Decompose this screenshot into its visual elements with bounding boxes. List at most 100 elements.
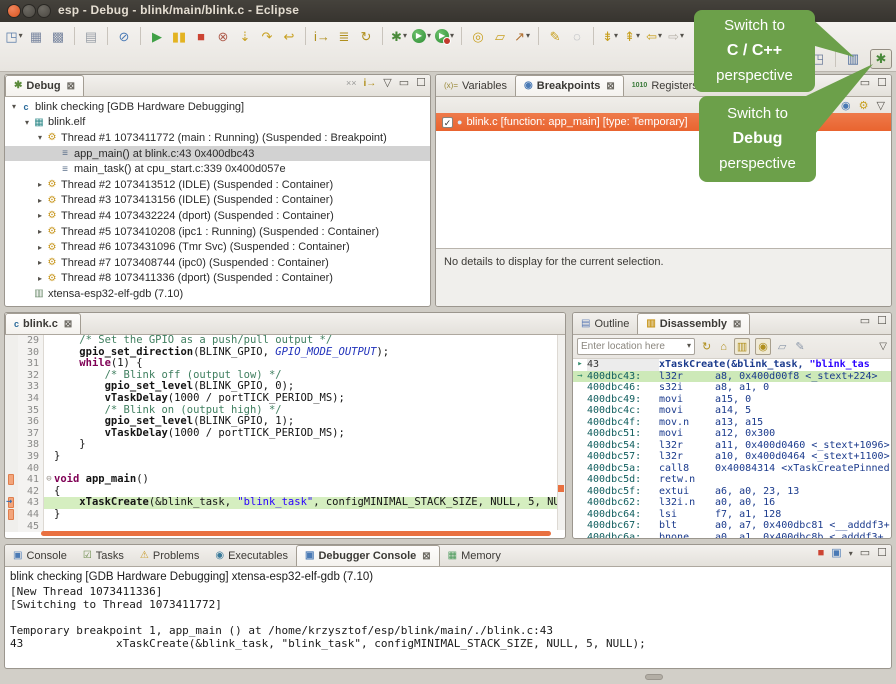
window-maximize-button[interactable] [37,4,51,18]
home-icon[interactable]: ⌂ [718,340,729,354]
minimize-icon[interactable]: ▭ [860,548,870,559]
disasm-row[interactable]: 400dbc67:blta0, a7, 0x400dbc81 <__adddf3… [573,520,891,532]
tab-executables[interactable]: ◉ Executables [207,545,296,566]
ruler-cell[interactable] [5,463,18,475]
open-resource-button[interactable]: ▱ [490,25,510,47]
ruler-cell[interactable] [5,358,18,370]
tree-expander-icon[interactable]: ▸ [35,196,45,205]
display-console-icon[interactable]: ▣ [831,548,841,559]
chevron-down-icon[interactable]: ▾ [526,32,530,40]
show-source-toggle[interactable]: ▥ [734,338,750,355]
new-wizard-button[interactable]: ◳▾ [4,25,24,47]
debug-tree-row[interactable]: ▸⚙Thread #7 1073408744 (ipc0) (Suspended… [5,255,430,271]
code-editor[interactable]: 29 /* Set the GPIO as a push/pull output… [5,335,565,532]
step-over-button[interactable]: ↷ [257,25,277,47]
tree-expander-icon[interactable]: ▾ [35,133,45,142]
disasm-row[interactable]: 400dbc4f:mov.na13, a15 [573,417,891,429]
go-to-annotation-button[interactable]: ⇞▾ [622,25,642,47]
save-all-button[interactable]: ▩ [48,25,68,47]
view-menu-icon[interactable]: ▽ [877,99,885,112]
pin-view-icon[interactable]: ✎ [793,339,806,354]
disasm-row[interactable]: 400dbc6a:bnonea0, a1, 0x400dbc8b <_adddf… [573,532,891,540]
code-line[interactable]: →43 xTaskCreate(&blink_task, "blink_task… [5,497,565,509]
view-menu-icon[interactable]: ▽ [879,341,887,352]
code-line[interactable]: 41⊖void app_main() [5,474,565,486]
ruler-cell[interactable] [5,405,18,417]
view-menu-icon[interactable]: ▽ [383,78,391,89]
chevron-down-icon[interactable]: ▾ [680,32,684,40]
maximize-icon[interactable]: ☐ [877,78,887,89]
ruler-cell[interactable] [5,474,18,486]
sash-handle[interactable] [645,674,663,680]
disasm-row[interactable]: 400dbc62:l32i.na0, a0, 16 [573,497,891,509]
debug-tree-row[interactable]: ▸⚙Thread #8 1073411336 (dport) (Suspende… [5,271,430,287]
disasm-source-row[interactable]: ▸43xTaskCreate(&blink_task, "blink_tas [573,359,891,371]
debug-tree-row[interactable]: ▸⚙Thread #4 1073432224 (dport) (Suspende… [5,208,430,224]
last-edit-location-button[interactable]: ⇟▾ [600,25,620,47]
ruler-cell[interactable] [5,439,18,451]
disasm-row[interactable]: 400dbc5d:retw.n [573,474,891,486]
cpp-perspective-button[interactable]: ▥ [842,49,864,69]
save-button[interactable]: ▦ [26,25,46,47]
debug-dropdown-button[interactable]: ✱▾ [389,25,409,47]
disassembly-listing[interactable]: ▸43xTaskCreate(&blink_task, "blink_tas→4… [573,359,891,539]
close-icon[interactable]: ⊠ [67,81,75,92]
back-button[interactable]: ⇦▾ [644,25,664,47]
tab-problems[interactable]: ⚠ Problems [132,545,207,566]
skip-all-breakpoints-button[interactable]: ⊘ [114,25,134,47]
tab-disassembly[interactable]: ▥ Disassembly ⊠ [637,313,750,334]
ruler-cell[interactable] [5,451,18,463]
ruler-cell[interactable] [5,509,18,521]
code-line[interactable]: 39} [5,451,565,463]
disasm-row[interactable]: 400dbc5a:call80x40084314 <xTaskCreatePin… [573,463,891,475]
debug-tree-row[interactable]: ▥xtensa-esp32-elf-gdb (7.10) [5,286,430,302]
ruler-cell[interactable] [5,416,18,428]
chevron-down-icon[interactable]: ▾ [658,32,662,40]
window-minimize-button[interactable] [22,4,36,18]
debug-tree-row[interactable]: ▸⚙Thread #2 1073413512 (IDLE) (Suspended… [5,177,430,193]
external-tools-dropdown-button[interactable]: ▶▾ [434,25,455,47]
minimize-icon[interactable]: ▭ [860,316,870,327]
debugger-console-output[interactable]: blink checking [GDB Hardware Debugging] … [5,567,891,653]
tree-expander-icon[interactable]: ▸ [35,180,45,189]
ruler-cell[interactable] [5,381,18,393]
chevron-down-icon[interactable]: ▾ [19,32,23,40]
chevron-down-icon[interactable]: ▾ [849,550,853,558]
close-icon[interactable]: ⊠ [64,319,72,330]
debug-tree-row[interactable]: ▾cblink checking [GDB Hardware Debugging… [5,99,430,115]
debug-tree-row[interactable]: ≡app_main() at blink.c:43 0x400dbc43 [5,146,430,162]
code-line[interactable]: 37 vTaskDelay(1000 / portTICK_PERIOD_MS)… [5,428,565,440]
fold-icon[interactable]: ⊖ [44,474,54,486]
chevron-down-icon[interactable]: ▾ [403,32,407,40]
reverse-debug-button[interactable]: ↻ [356,25,376,47]
maximize-icon[interactable]: ☐ [416,78,426,89]
build-button[interactable]: ▤ [81,25,101,47]
instruction-stepping-toggle[interactable]: i→ [312,25,332,47]
show-breakpoints-for-selection-icon[interactable]: ◉ [841,99,851,112]
step-into-button[interactable]: ⇣ [235,25,255,47]
launch-button[interactable]: ↗▾ [512,25,532,47]
debug-tree-row[interactable]: ▾▦blink.elf [5,115,430,131]
chevron-down-icon[interactable]: ▾ [636,32,640,40]
terminate-console-icon[interactable]: ■ [818,548,825,559]
mark-occurrences-toggle[interactable]: ◌ [567,25,587,47]
remove-all-terminated-button[interactable]: ×× [346,79,357,88]
resume-button[interactable]: ▶ [147,25,167,47]
tree-expander-icon[interactable]: ▸ [35,243,45,252]
tab-blink-c[interactable]: c blink.c ⊠ [5,313,81,334]
tree-expander-icon[interactable]: ▾ [9,102,19,111]
refresh-icon[interactable]: ↻ [700,339,713,354]
breakpoint-checkbox[interactable]: ✓ [442,117,453,128]
forward-button[interactable]: ⇨▾ [666,25,686,47]
ruler-cell[interactable] [5,393,18,405]
terminate-button[interactable]: ■ [191,25,211,47]
tree-expander-icon[interactable]: ▸ [35,258,45,267]
horizontal-scrollbar[interactable] [41,531,551,536]
debug-tree-row[interactable]: ▸⚙Thread #3 1073413156 (IDLE) (Suspended… [5,193,430,209]
disconnect-button[interactable]: ⊗ [213,25,233,47]
tree-expander-icon[interactable]: ▾ [22,118,32,127]
disasm-row[interactable]: →400dbc43:l32ra8, 0x400d00f8 <_stext+224… [573,371,891,383]
tab-memory[interactable]: ▦ Memory [440,545,509,566]
tab-debugger-console[interactable]: ▣ Debugger Console ⊠ [296,545,440,566]
ruler-cell[interactable] [5,347,18,359]
